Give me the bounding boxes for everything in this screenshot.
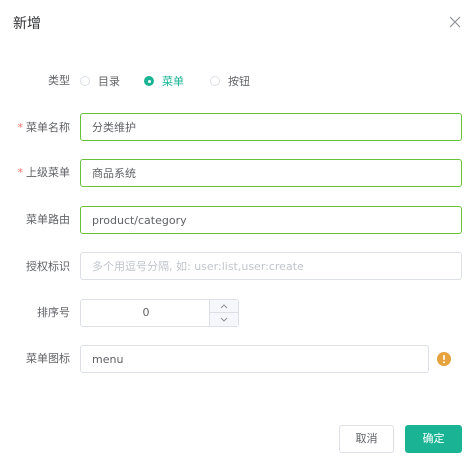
close-button[interactable] (447, 14, 463, 30)
add-menu-dialog: 新增 类型 目录 菜单 按钮 *菜单名称 *上级菜单 菜单路由 授权标识 排序号… (0, 0, 471, 465)
permission-label: 授权标识 (26, 260, 70, 273)
radio-button-dot (210, 76, 220, 86)
radio-menu[interactable]: 菜单 (144, 74, 184, 88)
parent-menu-input[interactable] (80, 159, 462, 187)
radio-menu-label: 菜单 (162, 75, 184, 88)
radio-menu-dot (144, 76, 154, 86)
chevron-down-icon (220, 317, 228, 322)
stepper-buttons (209, 300, 238, 326)
radio-directory[interactable]: 目录 (80, 74, 120, 88)
increase-button[interactable] (210, 300, 238, 313)
close-icon (449, 16, 461, 28)
type-label: 类型 (48, 74, 70, 87)
chevron-up-icon (220, 304, 228, 309)
menu-route-input[interactable] (80, 206, 462, 234)
required-mark: * (17, 121, 24, 134)
cancel-button[interactable]: 取消 (339, 425, 394, 453)
order-num-value[interactable]: 0 (81, 300, 211, 326)
radio-button[interactable]: 按钮 (210, 74, 250, 88)
radio-directory-label: 目录 (98, 75, 120, 88)
radio-directory-dot (80, 76, 90, 86)
menu-name-label: * 菜单名称 (0, 121, 71, 135)
confirm-button[interactable]: 确定 (405, 425, 462, 453)
required-mark: * (17, 166, 24, 179)
menu-name-label-text: 菜单名称 (26, 121, 70, 134)
menu-icon-label: 菜单图标 (26, 352, 70, 365)
menu-route-label: 菜单路由 (26, 213, 70, 226)
permission-input[interactable] (80, 252, 462, 280)
dialog-title: 新增 (13, 16, 41, 32)
order-num-stepper[interactable]: 0 (80, 299, 239, 327)
order-num-label: 排序号 (37, 306, 70, 319)
parent-menu-label-text: 上级菜单 (26, 166, 70, 179)
menu-name-input[interactable] (80, 113, 462, 141)
menu-icon-input[interactable] (80, 345, 429, 373)
parent-menu-label: * 上级菜单 (0, 166, 71, 180)
decrease-button[interactable] (210, 313, 238, 326)
warning-circle-icon[interactable] (437, 351, 451, 366)
radio-button-label: 按钮 (228, 75, 250, 88)
